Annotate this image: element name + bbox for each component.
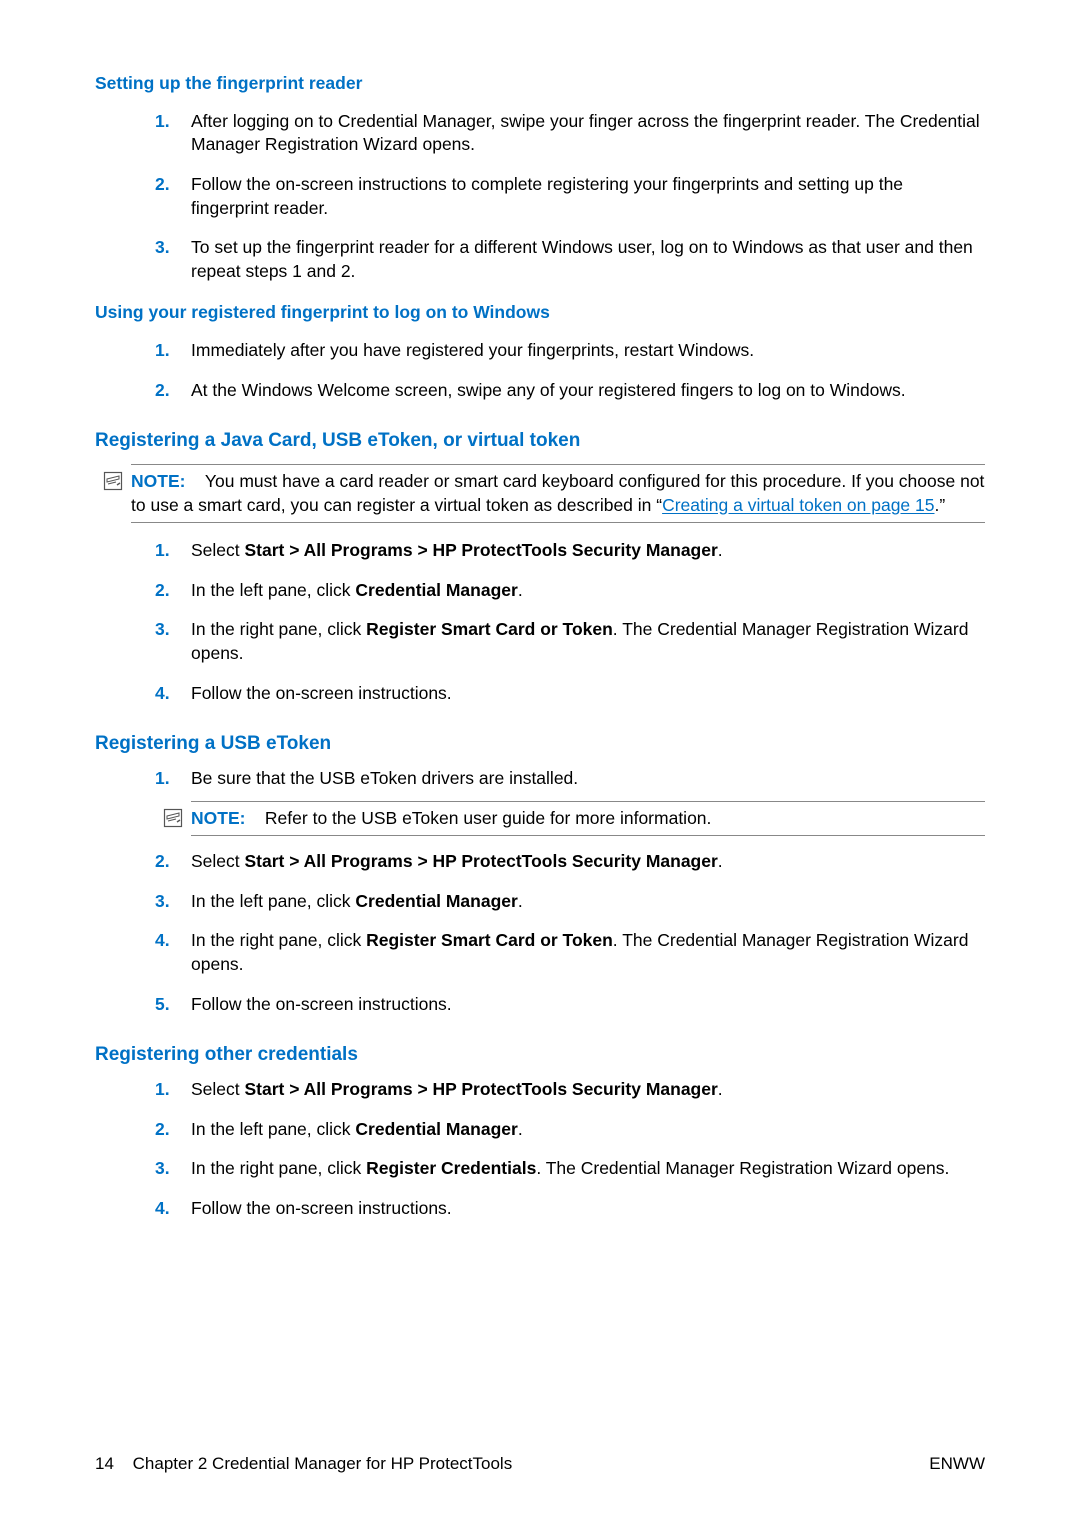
steps-sec2: 1. Immediately after you have registered… — [95, 339, 985, 402]
list-item: 3. In the right pane, click Register Cre… — [155, 1157, 985, 1181]
link-creating-virtual-token[interactable]: Creating a virtual token on page 15 — [662, 495, 934, 515]
step-text-pre: In the left pane, click — [191, 891, 355, 911]
step-number: 5. — [155, 993, 170, 1017]
note-text: Refer to the USB eToken user guide for m… — [265, 808, 711, 828]
note-text-after: .” — [935, 495, 946, 515]
step-text-bold: Credential Manager — [355, 1119, 517, 1139]
step-text-bold: Credential Manager — [355, 891, 517, 911]
list-item: 2. Follow the on-screen instructions to … — [155, 173, 985, 220]
note-box: NOTE: You must have a card reader or sma… — [131, 464, 985, 523]
list-item: 3. In the left pane, click Credential Ma… — [155, 890, 985, 914]
step-number: 3. — [155, 618, 170, 642]
step-text: Follow the on-screen instructions. — [191, 683, 452, 703]
note-text-part — [190, 471, 205, 491]
step-text-bold: Register Credentials — [366, 1158, 536, 1178]
note-icon — [103, 471, 123, 491]
step-text-pre: In the right pane, click — [191, 619, 366, 639]
steps-sec3: 1. Select Start > All Programs > HP Prot… — [95, 539, 985, 705]
page-footer: 14 Chapter 2 Credential Manager for HP P… — [95, 1453, 985, 1476]
list-item: 2. At the Windows Welcome screen, swipe … — [155, 379, 985, 403]
note-icon — [163, 808, 183, 828]
step-number: 4. — [155, 1197, 170, 1221]
step-number: 4. — [155, 929, 170, 953]
step-text-bold: Register Smart Card or Token — [366, 619, 613, 639]
step-text-bold: Credential Manager — [355, 580, 517, 600]
page-body: Setting up the fingerprint reader 1. Aft… — [0, 0, 1080, 1220]
step-text-bold: Register Smart Card or Token — [366, 930, 613, 950]
step-number: 4. — [155, 682, 170, 706]
list-item: 1. Immediately after you have registered… — [155, 339, 985, 363]
step-number: 1. — [155, 110, 170, 134]
step-text-post: . — [518, 891, 523, 911]
step-number: 2. — [155, 379, 170, 403]
step-text: To set up the fingerprint reader for a d… — [191, 237, 973, 281]
step-number: 2. — [155, 579, 170, 603]
heading-registering-other-credentials: Registering other credentials — [95, 1042, 985, 1068]
step-text-post: . — [718, 851, 723, 871]
list-item: 1. After logging on to Credential Manage… — [155, 110, 985, 157]
list-item: 2. In the left pane, click Credential Ma… — [155, 1118, 985, 1142]
step-text-post: . — [518, 1119, 523, 1139]
footer-left: 14 Chapter 2 Credential Manager for HP P… — [95, 1453, 512, 1476]
note-box: NOTE: Refer to the USB eToken user guide… — [191, 801, 985, 837]
steps-sec1: 1. After logging on to Credential Manage… — [95, 110, 985, 284]
list-item: 4. In the right pane, click Register Sma… — [155, 929, 985, 976]
step-text-pre: In the left pane, click — [191, 1119, 355, 1139]
note-label: NOTE: — [191, 808, 245, 828]
step-text-pre: In the right pane, click — [191, 930, 366, 950]
step-text-pre: In the right pane, click — [191, 1158, 366, 1178]
step-text-pre: In the left pane, click — [191, 580, 355, 600]
steps-sec4-a: 1. Be sure that the USB eToken drivers a… — [95, 767, 985, 791]
list-item: 1. Select Start > All Programs > HP Prot… — [155, 539, 985, 563]
list-item: 3. In the right pane, click Register Sma… — [155, 618, 985, 665]
step-number: 2. — [155, 850, 170, 874]
list-item: 5. Follow the on-screen instructions. — [155, 993, 985, 1017]
heading-registering-usb-etoken: Registering a USB eToken — [95, 731, 985, 757]
step-text-post: . — [518, 580, 523, 600]
step-number: 1. — [155, 539, 170, 563]
step-text: Immediately after you have registered yo… — [191, 340, 754, 360]
step-text: Follow the on-screen instructions. — [191, 1198, 452, 1218]
page-number: 14 — [95, 1454, 114, 1473]
step-text-post: . The Credential Manager Registration Wi… — [536, 1158, 949, 1178]
step-text-pre: Select — [191, 540, 245, 560]
step-text-pre: Select — [191, 851, 245, 871]
step-number: 1. — [155, 767, 170, 791]
steps-sec5: 1. Select Start > All Programs > HP Prot… — [95, 1078, 985, 1221]
list-item: 2. Select Start > All Programs > HP Prot… — [155, 850, 985, 874]
step-text-post: . — [718, 1079, 723, 1099]
list-item: 4. Follow the on-screen instructions. — [155, 1197, 985, 1221]
step-number: 2. — [155, 173, 170, 197]
step-number: 3. — [155, 1157, 170, 1181]
step-text-bold: Start > All Programs > HP ProtectTools S… — [245, 1079, 718, 1099]
steps-sec4-b: 2. Select Start > All Programs > HP Prot… — [95, 850, 985, 1016]
list-item: 1. Be sure that the USB eToken drivers a… — [155, 767, 985, 791]
heading-using-registered-fingerprint: Using your registered fingerprint to log… — [95, 301, 985, 325]
note-spacer — [250, 808, 265, 828]
step-text-pre: Select — [191, 1079, 245, 1099]
heading-registering-java-card: Registering a Java Card, USB eToken, or … — [95, 428, 985, 454]
heading-setting-up-fingerprint-reader: Setting up the fingerprint reader — [95, 72, 985, 96]
step-number: 3. — [155, 236, 170, 260]
step-text: Follow the on-screen instructions. — [191, 994, 452, 1014]
list-item: 3. To set up the fingerprint reader for … — [155, 236, 985, 283]
note-label: NOTE: — [131, 471, 185, 491]
step-number: 2. — [155, 1118, 170, 1142]
step-number: 1. — [155, 339, 170, 363]
list-item: 2. In the left pane, click Credential Ma… — [155, 579, 985, 603]
step-number: 1. — [155, 1078, 170, 1102]
step-text-bold: Start > All Programs > HP ProtectTools S… — [245, 540, 718, 560]
step-text-bold: Start > All Programs > HP ProtectTools S… — [245, 851, 718, 871]
list-item: 1. Select Start > All Programs > HP Prot… — [155, 1078, 985, 1102]
list-item: 4. Follow the on-screen instructions. — [155, 682, 985, 706]
chapter-title: Chapter 2 Credential Manager for HP Prot… — [133, 1454, 513, 1473]
step-text: Follow the on-screen instructions to com… — [191, 174, 903, 218]
step-text-post: . — [718, 540, 723, 560]
step-text: After logging on to Credential Manager, … — [191, 111, 980, 155]
step-text: At the Windows Welcome screen, swipe any… — [191, 380, 906, 400]
step-text: Be sure that the USB eToken drivers are … — [191, 768, 578, 788]
step-number: 3. — [155, 890, 170, 914]
footer-right: ENWW — [929, 1453, 985, 1476]
